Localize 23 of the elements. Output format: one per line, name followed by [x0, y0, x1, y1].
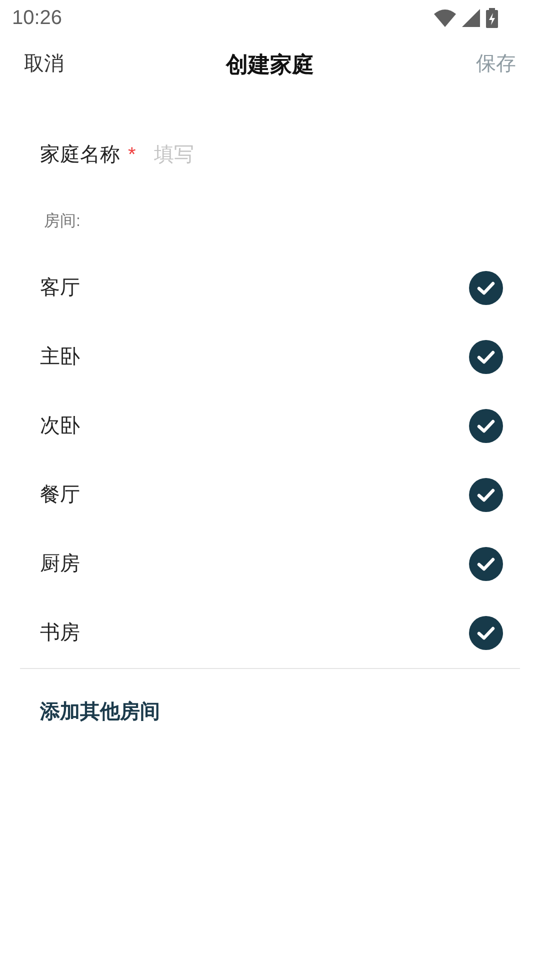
wifi-icon	[434, 9, 456, 27]
room-name: 客厅	[40, 276, 80, 300]
room-name: 餐厅	[40, 482, 80, 508]
checkbox-icon[interactable]	[469, 546, 503, 580]
room-name: 厨房	[40, 552, 80, 576]
checkbox-icon[interactable]	[469, 408, 503, 442]
field-label: 家庭名称	[40, 143, 120, 168]
room-name: 次卧	[40, 414, 80, 438]
checkbox-icon[interactable]	[469, 616, 503, 650]
page-title: 创建家庭	[226, 50, 314, 78]
signal-icon	[462, 9, 480, 27]
checkbox-icon[interactable]	[469, 478, 503, 512]
checkbox-icon[interactable]	[469, 340, 503, 374]
cancel-button[interactable]: 取消	[24, 49, 64, 79]
checkbox-icon[interactable]	[469, 270, 503, 304]
room-name: 主卧	[40, 344, 80, 370]
room-name: 书房	[40, 620, 80, 646]
family-name-field[interactable]: 填写	[154, 140, 500, 170]
required-mark: *	[128, 143, 136, 168]
status-time: 10:26	[12, 6, 62, 31]
battery-icon	[486, 8, 498, 28]
add-room-link[interactable]: 添加其他房间	[40, 697, 160, 727]
rooms-label: 房间:	[44, 212, 80, 232]
